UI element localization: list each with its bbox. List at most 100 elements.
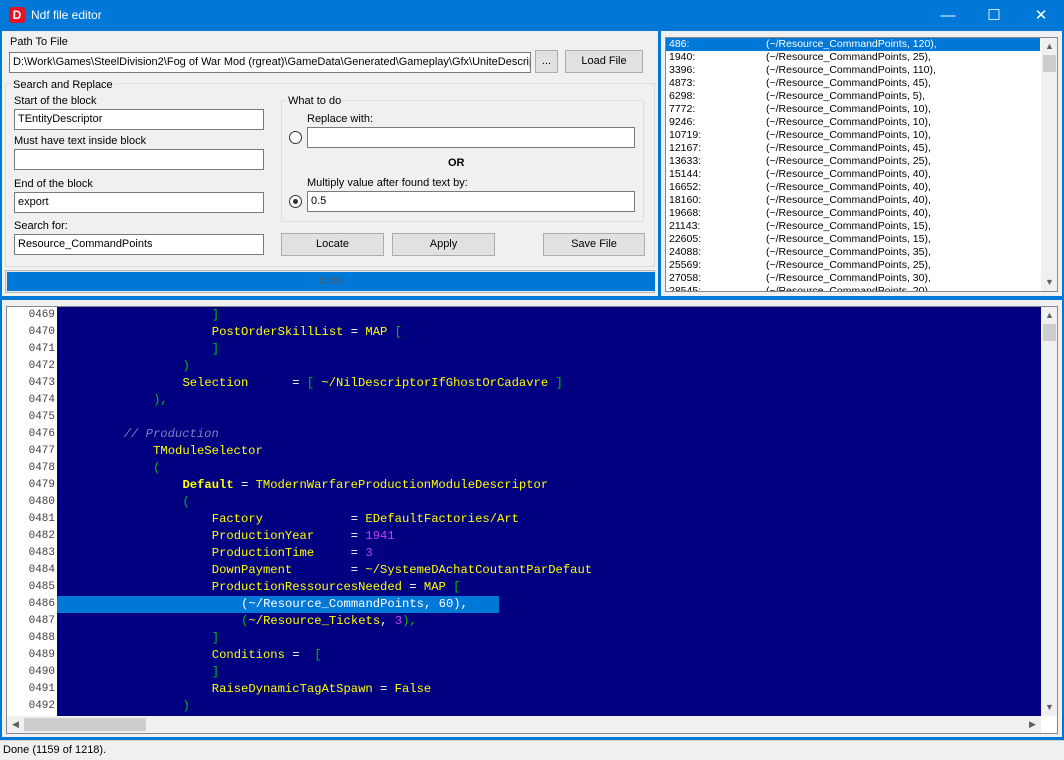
result-row[interactable]: 25569: (~/Resource_CommandPoints, 25), [666, 259, 1040, 272]
apply-button[interactable]: Apply [392, 233, 495, 256]
result-row[interactable]: 9246: (~/Resource_CommandPoints, 10), [666, 116, 1040, 129]
code-line[interactable]: ) [57, 698, 190, 715]
path-input[interactable]: D:\Work\Games\SteelDivision2\Fog of War … [9, 52, 531, 73]
code-line[interactable]: ( [57, 494, 189, 511]
code-token: // Production [123, 427, 219, 441]
results-list[interactable]: 486: (~/Resource_CommandPoints, 120), 1940… [665, 37, 1058, 292]
code-line[interactable]: PostOrderSkillList = MAP [ [57, 324, 402, 341]
editor-hscrollbar[interactable]: ◀ ▶ [7, 716, 1041, 733]
result-row[interactable]: 1940: (~/Resource_CommandPoints, 25), [666, 51, 1040, 64]
load-file-button[interactable]: Load File [565, 50, 643, 73]
result-text: (~/Resource_CommandPoints, 110), [766, 64, 936, 76]
code-line[interactable]: Default = TModernWarfareProductionModule… [57, 477, 548, 494]
scroll-down-icon[interactable]: ▼ [1041, 699, 1057, 716]
result-line-number: 16652: [669, 181, 702, 193]
search-for-input[interactable]: Resource_CommandPoints [14, 234, 264, 255]
code-line[interactable]: ] [57, 307, 219, 324]
code-line[interactable]: ProductionYear = 1941 [57, 528, 395, 545]
close-icon[interactable]: ✕ [1018, 0, 1064, 31]
code-token: ] [548, 376, 563, 390]
result-row[interactable]: 28545: (~/Resource_CommandPoints, 20), [666, 285, 1040, 291]
code-line[interactable]: Conditions = [ [57, 647, 322, 664]
code-line[interactable] [57, 409, 65, 426]
scroll-left-icon[interactable]: ◀ [7, 716, 24, 733]
code-token: ProductionRessourcesNeeded [211, 580, 402, 594]
maximize-icon[interactable]: ☐ [971, 0, 1017, 31]
search-replace-label: Search and Replace [11, 79, 115, 91]
result-row[interactable]: 486: (~/Resource_CommandPoints, 120), [666, 38, 1040, 51]
result-row[interactable]: 27058: (~/Resource_CommandPoints, 30), [666, 272, 1040, 285]
replace-radio[interactable] [289, 131, 302, 144]
replace-input[interactable] [307, 127, 635, 148]
code-line[interactable]: ProductionTime = 3 [57, 545, 373, 562]
line-number: 0488 [28, 632, 55, 644]
code-token: = [372, 682, 395, 696]
code-token: = [314, 546, 366, 560]
minimize-icon[interactable]: — [925, 0, 971, 31]
result-row[interactable]: 21143: (~/Resource_CommandPoints, 15), [666, 220, 1040, 233]
must-have-input[interactable] [14, 149, 264, 170]
results-scroll-thumb[interactable] [1043, 55, 1056, 72]
code-token: ( [153, 461, 161, 475]
editor-vscrollbar[interactable]: ▲ ▼ [1041, 307, 1057, 716]
result-row[interactable]: 4873: (~/Resource_CommandPoints, 45), [666, 77, 1040, 90]
code-line[interactable]: ] [57, 341, 219, 358]
results-scrollbar[interactable]: ▲ ▼ [1041, 38, 1057, 291]
browse-button[interactable]: ... [535, 50, 558, 73]
scroll-right-icon[interactable]: ▶ [1024, 716, 1041, 733]
code-line[interactable]: TModuleSelector [57, 443, 263, 460]
result-row[interactable]: 19668: (~/Resource_CommandPoints, 40), [666, 207, 1040, 220]
code-line[interactable]: RaiseDynamicTagAtSpawn = False [57, 681, 431, 698]
search-for-label: Search for: [14, 220, 68, 232]
code-token: ~/NilDescriptorIfGhostOrCadavre [321, 376, 549, 390]
line-number: 0476 [28, 428, 55, 440]
code-token: Default [182, 478, 234, 492]
result-text: (~/Resource_CommandPoints, 10), [766, 129, 931, 141]
code-line[interactable]: ), [57, 392, 168, 409]
line-number: 0475 [28, 411, 55, 423]
code-line[interactable]: Selection = [ ~/NilDescriptorIfGhostOrCa… [57, 375, 563, 392]
scroll-up-icon[interactable]: ▲ [1041, 307, 1057, 324]
editor-hscroll-thumb[interactable] [24, 718, 146, 731]
result-row[interactable]: 13633: (~/Resource_CommandPoints, 25), [666, 155, 1040, 168]
code-line[interactable]: DownPayment = ~/SystemeDAchatCoutantParD… [57, 562, 592, 579]
result-line-number: 19668: [669, 207, 702, 219]
code-line[interactable]: ) [57, 358, 189, 375]
start-block-input[interactable]: TEntityDescriptor [14, 109, 264, 130]
result-row[interactable]: 6298: (~/Resource_CommandPoints, 5), [666, 90, 1040, 103]
code-line[interactable]: ] [57, 664, 219, 681]
result-row[interactable]: 18160: (~/Resource_CommandPoints, 40), [666, 194, 1040, 207]
result-row[interactable]: 16652: (~/Resource_CommandPoints, 40), [666, 181, 1040, 194]
save-file-button[interactable]: Save File [543, 233, 645, 256]
result-row[interactable]: 15144: (~/Resource_CommandPoints, 40), [666, 168, 1040, 181]
code-line[interactable]: ] [57, 630, 219, 647]
multiply-radio[interactable] [289, 195, 302, 208]
result-row[interactable]: 24088: (~/Resource_CommandPoints, 35), [666, 246, 1040, 259]
code-token: Selection [182, 376, 249, 390]
code-token: 3 [365, 546, 373, 560]
result-row[interactable]: 22605: (~/Resource_CommandPoints, 15), [666, 233, 1040, 246]
editor-vscroll-thumb[interactable] [1043, 324, 1056, 341]
highlighted-code-line[interactable]: (~/Resource_CommandPoints, 60), [57, 596, 499, 613]
code-line[interactable]: (~/Resource_Tickets, 3), [57, 613, 417, 630]
status-text: Done (1159 of 1218). [3, 744, 107, 756]
code-editor[interactable]: 0469 0470 0471 0472 0473 0474 0475 0476 0477 0478… [6, 306, 1058, 734]
code-token: False [394, 682, 432, 696]
line-number: 0477 [28, 445, 55, 457]
scroll-down-icon[interactable]: ▼ [1041, 274, 1057, 291]
locate-button[interactable]: Locate [281, 233, 384, 256]
result-line-number: 13633: [669, 155, 702, 167]
result-row[interactable]: 12167: (~/Resource_CommandPoints, 45), [666, 142, 1040, 155]
code-line[interactable]: ( [57, 460, 160, 477]
code-area[interactable]: ] PostOrderSkillList = MAP []) Selection =… [57, 307, 1041, 716]
result-row[interactable]: 7772: (~/Resource_CommandPoints, 10), [666, 103, 1040, 116]
code-line[interactable]: ProductionRessourcesNeeded = MAP [ [57, 579, 461, 596]
code-token: ) [182, 699, 190, 713]
result-row[interactable]: 10719: (~/Resource_CommandPoints, 10), [666, 129, 1040, 142]
result-row[interactable]: 3396: (~/Resource_CommandPoints, 110), [666, 64, 1040, 77]
code-line[interactable]: // Production [57, 426, 219, 443]
scroll-up-icon[interactable]: ▲ [1041, 38, 1057, 55]
end-block-input[interactable]: export [14, 192, 264, 213]
code-line[interactable]: Factory = EDefaultFactories/Art [57, 511, 519, 528]
multiply-input[interactable]: 0.5 [307, 191, 635, 212]
